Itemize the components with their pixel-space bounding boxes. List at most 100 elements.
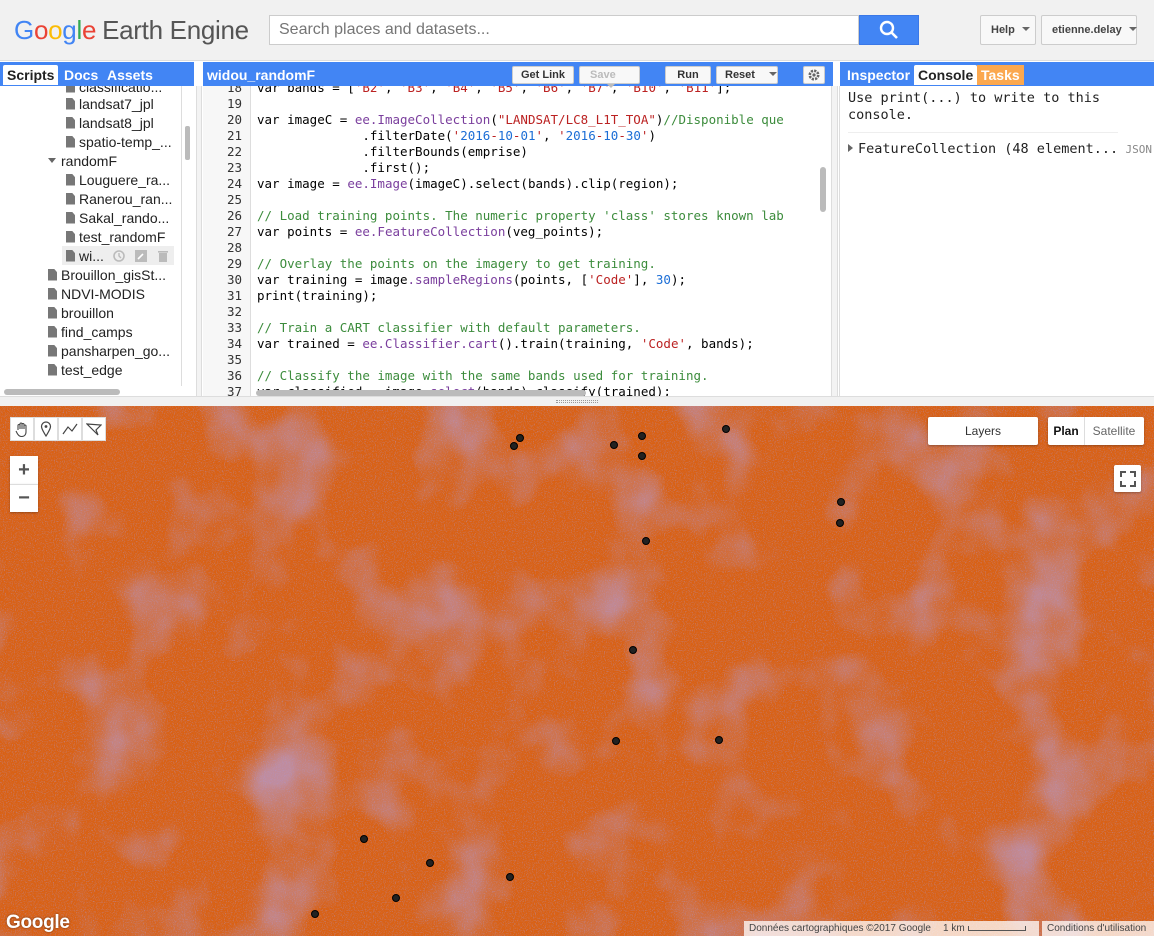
help-menu-button[interactable]: Help: [980, 15, 1036, 45]
code-line[interactable]: .first();: [257, 160, 430, 175]
tree-item[interactable]: landsat8_jpl: [66, 113, 154, 132]
code-line[interactable]: var imageC = ee.ImageCollection("LANDSAT…: [257, 112, 784, 127]
expand-triangle-icon[interactable]: [48, 158, 56, 163]
training-point[interactable]: [360, 835, 368, 843]
training-point[interactable]: [610, 441, 618, 449]
json-button[interactable]: JSON: [1126, 143, 1153, 156]
training-point[interactable]: [510, 442, 518, 450]
tab-assets[interactable]: Assets: [103, 65, 157, 85]
console-entry[interactable]: FeatureCollection (48 element... JSON: [848, 141, 1152, 161]
run-button[interactable]: Run: [665, 66, 711, 84]
trash-icon[interactable]: [156, 249, 170, 263]
save-button[interactable]: Save: [579, 66, 640, 88]
tab-inspector[interactable]: Inspector: [843, 65, 914, 85]
drag-handle-icon[interactable]: [556, 400, 598, 403]
training-point[interactable]: [392, 894, 400, 902]
code-editor[interactable]: 18 19 20 21 22 23 24 25 26 27 28 29 30 31 32 33 34 35 36 37…: [203, 86, 833, 396]
line-number: 24: [226, 176, 242, 191]
tab-docs[interactable]: Docs: [60, 65, 102, 85]
tree-item[interactable]: test_edge: [48, 360, 123, 379]
tree-item-label: test_edge: [61, 361, 123, 378]
tree-item[interactable]: landsat7_jpl: [66, 94, 154, 113]
code-line[interactable]: print(training);: [257, 288, 377, 303]
line-tool-button[interactable]: [58, 417, 82, 441]
tree-item[interactable]: find_camps: [48, 322, 133, 341]
code-line[interactable]: var image = ee.Image(imageC).select(band…: [257, 176, 678, 191]
search-button[interactable]: [859, 15, 919, 45]
training-point[interactable]: [638, 432, 646, 440]
layers-button[interactable]: Layers: [928, 417, 1038, 445]
training-point[interactable]: [722, 425, 730, 433]
fullscreen-button[interactable]: [1114, 465, 1141, 492]
right-splitter[interactable]: [831, 86, 838, 396]
code-line[interactable]: // Classify the image with the same band…: [257, 368, 709, 383]
training-point[interactable]: [836, 519, 844, 527]
training-point[interactable]: [715, 736, 723, 744]
history-icon[interactable]: [112, 249, 126, 263]
tree-item[interactable]: NDVI-MODIS: [48, 284, 145, 303]
fullscreen-icon: [1119, 470, 1136, 487]
map-view[interactable]: [0, 406, 1154, 936]
expand-triangle-icon[interactable]: [848, 144, 853, 152]
code-line[interactable]: // Train a CART classifier with default …: [257, 320, 641, 335]
marker-tool-button[interactable]: [34, 417, 58, 441]
training-point[interactable]: [311, 910, 319, 918]
left-splitter[interactable]: [196, 86, 202, 396]
training-point[interactable]: [837, 498, 845, 506]
tree-item[interactable]: Ranerou_ran...: [66, 189, 172, 208]
map-type-plan[interactable]: Plan: [1048, 417, 1085, 445]
tree-item[interactable]: test_randomF: [66, 227, 165, 246]
tree-folder-randomF[interactable]: randomF: [48, 151, 117, 170]
terms-link[interactable]: Conditions d'utilisation: [1042, 921, 1154, 936]
training-point[interactable]: [426, 859, 434, 867]
code-line[interactable]: .filterBounds(emprise): [257, 144, 528, 159]
earth-engine-logo[interactable]: Google Earth Engine: [14, 15, 249, 46]
file-icon: [48, 344, 57, 357]
tree-item[interactable]: brouillon: [48, 303, 114, 322]
tree-item[interactable]: spatio-temp_...: [66, 132, 172, 151]
map-splitter[interactable]: [0, 396, 1154, 406]
tab-tasks[interactable]: Tasks: [977, 65, 1024, 85]
tree-item-selected[interactable]: wi...: [62, 246, 174, 265]
user-menu-button[interactable]: etienne.delay: [1041, 15, 1137, 45]
tree-item[interactable]: Brouillon_gisSt...: [48, 265, 166, 284]
settings-button[interactable]: [803, 66, 825, 84]
training-point[interactable]: [506, 873, 514, 881]
zoom-in-button[interactable]: +: [10, 456, 38, 484]
map-type-satellite[interactable]: Satellite: [1085, 417, 1143, 445]
training-point[interactable]: [638, 452, 646, 460]
code-line[interactable]: .filterDate('2016-10-01', '2016-10-30'): [257, 128, 656, 143]
line-number: 34: [226, 336, 242, 351]
chevron-down-icon[interactable]: [768, 72, 777, 76]
editor-scrollbar[interactable]: [820, 167, 826, 212]
pan-tool-button[interactable]: [10, 417, 34, 441]
search-input[interactable]: [269, 15, 859, 45]
training-point[interactable]: [516, 434, 524, 442]
line-number: 25: [226, 192, 242, 207]
tab-scripts[interactable]: Scripts: [3, 65, 59, 85]
feature-collection-label[interactable]: FeatureCollection (48 element...: [858, 141, 1118, 157]
code-line[interactable]: var bands = ['B2', 'B3', 'B4', 'B5', 'B6…: [257, 86, 731, 95]
tree-item[interactable]: Sakal_rando...: [66, 208, 169, 227]
get-link-button[interactable]: Get Link: [512, 66, 574, 84]
polygon-tool-button[interactable]: [82, 417, 106, 441]
scale-bar[interactable]: 1 km: [938, 921, 1039, 936]
code-line[interactable]: var trained = ee.Classifier.cart().train…: [257, 336, 754, 351]
code-line[interactable]: var training = image.sampleRegions(point…: [257, 272, 686, 287]
tree-item[interactable]: pansharpen_go...: [48, 341, 170, 360]
code-line[interactable]: // Load training points. The numeric pro…: [257, 208, 784, 223]
code-line[interactable]: var points = ee.FeatureCollection(veg_po…: [257, 224, 603, 239]
reset-button[interactable]: Reset: [716, 66, 778, 84]
tab-console[interactable]: Console: [914, 65, 978, 85]
training-point[interactable]: [629, 646, 637, 654]
file-icon: [66, 211, 75, 224]
code-line[interactable]: // Overlay the points on the imagery to …: [257, 256, 656, 271]
line-number: 18: [226, 86, 242, 95]
edit-icon[interactable]: [134, 249, 148, 263]
tree-item[interactable]: Louguere_ra...: [66, 170, 170, 189]
training-point[interactable]: [642, 537, 650, 545]
zoom-out-button[interactable]: −: [10, 484, 38, 512]
tree-scrollbar[interactable]: [185, 126, 190, 160]
tree-hscrollbar[interactable]: [4, 389, 120, 395]
training-point[interactable]: [612, 737, 620, 745]
